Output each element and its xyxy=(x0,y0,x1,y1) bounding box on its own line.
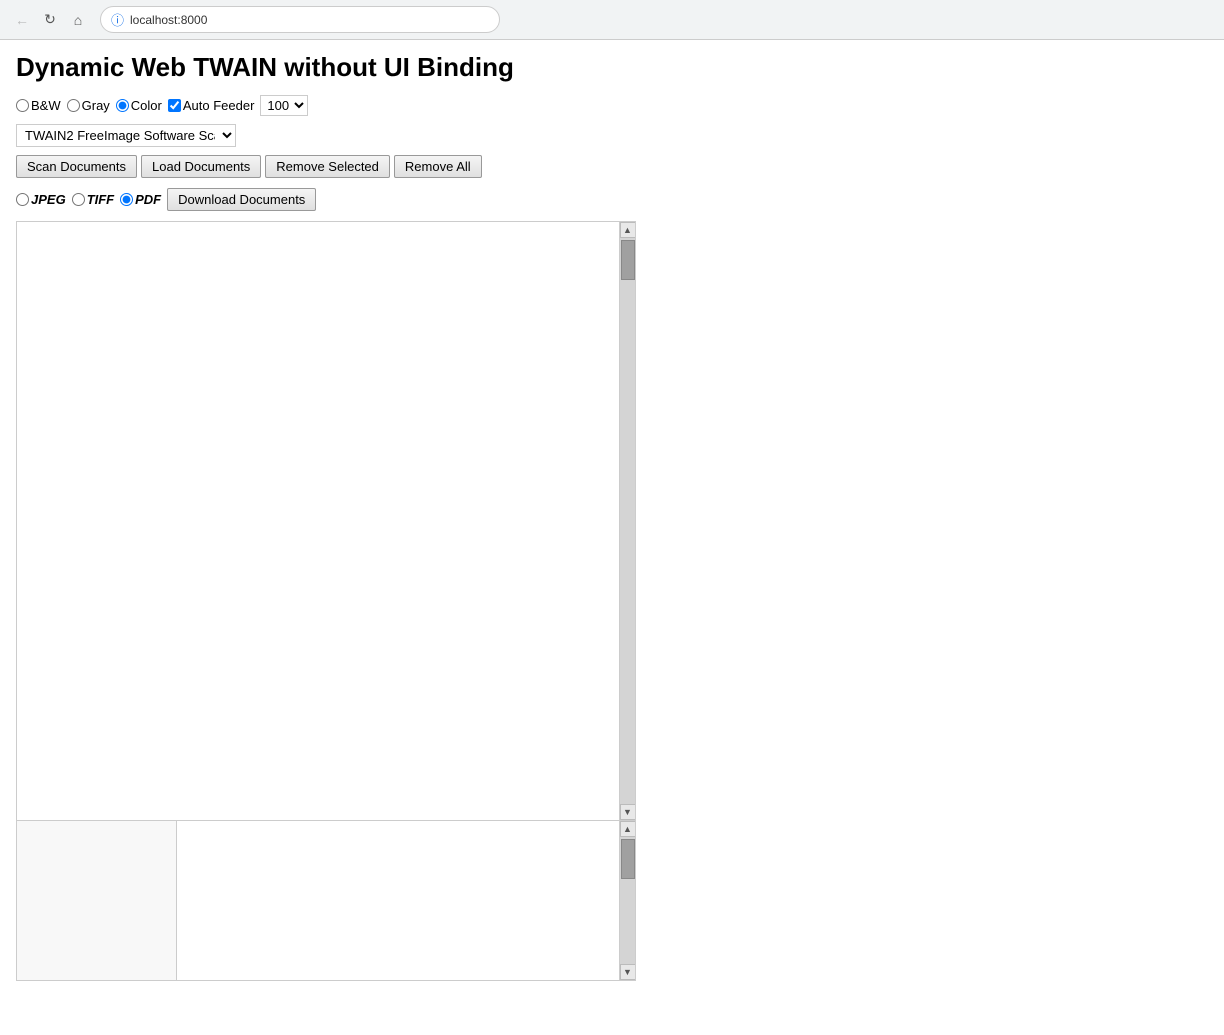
info-icon: ⓘ xyxy=(111,10,124,29)
load-button[interactable]: Load Documents xyxy=(141,155,261,178)
scrollbar-down-arrow[interactable]: ▼ xyxy=(620,804,636,820)
zoom-select[interactable]: 100 25 50 75 150 200 xyxy=(260,95,308,116)
scrollbar-track[interactable] xyxy=(620,238,635,804)
tiff-radio-label[interactable]: TIFF xyxy=(72,192,114,207)
scan-button[interactable]: Scan Documents xyxy=(16,155,137,178)
thumb-scrollbar-track[interactable] xyxy=(620,837,635,964)
thumbnail-scrollbar-vertical[interactable]: ▲ ▼ xyxy=(619,821,635,980)
pdf-label: PDF xyxy=(135,192,161,207)
tiff-label: TIFF xyxy=(87,192,114,207)
jpeg-radio-label[interactable]: JPEG xyxy=(16,192,66,207)
auto-feeder-text: Auto Feeder xyxy=(183,98,255,113)
download-button[interactable]: Download Documents xyxy=(167,188,316,211)
page-title: Dynamic Web TWAIN without UI Binding xyxy=(16,52,1208,83)
thumb-scrollbar-thumb[interactable] xyxy=(621,839,635,879)
address-bar[interactable]: ⓘ localhost:8000 xyxy=(100,6,500,33)
jpeg-label: JPEG xyxy=(31,192,66,207)
scanner-row: TWAIN2 FreeImage Software Scanner xyxy=(16,124,1208,147)
color-label: Color xyxy=(131,98,162,113)
tiff-radio[interactable] xyxy=(72,193,85,206)
gray-radio-label[interactable]: Gray xyxy=(67,98,110,113)
scrollbar-thumb[interactable] xyxy=(621,240,635,280)
pdf-radio-label[interactable]: PDF xyxy=(120,192,161,207)
remove-all-button[interactable]: Remove All xyxy=(394,155,482,178)
thumbnail-main xyxy=(177,821,635,980)
viewer-scrollbar-vertical[interactable]: ▲ ▼ xyxy=(619,222,635,820)
url-display: localhost:8000 xyxy=(130,13,207,27)
color-radio-label[interactable]: Color xyxy=(116,98,162,113)
nav-buttons: ← ↻ ⌂ xyxy=(10,8,90,32)
buttons-row: Scan Documents Load Documents Remove Sel… xyxy=(16,155,1208,178)
thumb-scrollbar-up-arrow[interactable]: ▲ xyxy=(620,821,636,837)
refresh-button[interactable]: ↻ xyxy=(38,8,62,32)
bw-radio[interactable] xyxy=(16,99,29,112)
pdf-radio[interactable] xyxy=(120,193,133,206)
back-button[interactable]: ← xyxy=(10,8,34,32)
bw-label: B&W xyxy=(31,98,61,113)
scanner-select[interactable]: TWAIN2 FreeImage Software Scanner xyxy=(16,124,236,147)
viewer-container: ▲ ▼ xyxy=(16,221,636,821)
auto-feeder-label[interactable]: Auto Feeder xyxy=(168,98,255,113)
format-row: JPEG TIFF PDF Download Documents xyxy=(16,188,1208,211)
color-radio[interactable] xyxy=(116,99,129,112)
gray-label: Gray xyxy=(82,98,110,113)
bw-radio-label[interactable]: B&W xyxy=(16,98,61,113)
jpeg-radio[interactable] xyxy=(16,193,29,206)
scrollbar-up-arrow[interactable]: ▲ xyxy=(620,222,636,238)
home-button[interactable]: ⌂ xyxy=(66,8,90,32)
thumbnail-panel xyxy=(17,821,177,980)
gray-radio[interactable] xyxy=(67,99,80,112)
browser-chrome: ← ↻ ⌂ ⓘ localhost:8000 xyxy=(0,0,1224,40)
page-content: Dynamic Web TWAIN without UI Binding B&W… xyxy=(0,40,1224,993)
remove-selected-button[interactable]: Remove Selected xyxy=(265,155,390,178)
auto-feeder-checkbox[interactable] xyxy=(168,99,181,112)
color-mode-row: B&W Gray Color Auto Feeder 100 25 50 75 … xyxy=(16,95,1208,116)
thumb-scrollbar-down-arrow[interactable]: ▼ xyxy=(620,964,636,980)
thumbnail-area: ▲ ▼ xyxy=(16,821,636,981)
